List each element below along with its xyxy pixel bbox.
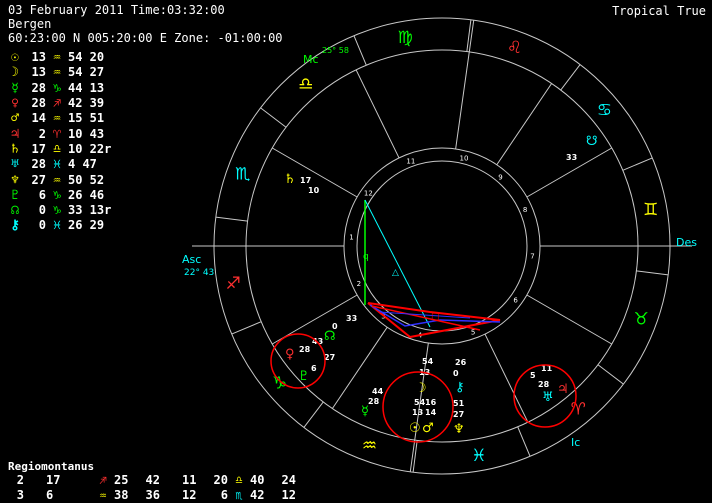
mc-position: 25° 58 bbox=[322, 46, 349, 55]
neptune-min: 27 bbox=[453, 410, 464, 419]
asc-label: Asc bbox=[182, 253, 201, 266]
zodiac-sign-glyphs: ♌♋♊♉♈♓♒♑♐♏♎♍ bbox=[226, 28, 659, 466]
des-label: Des bbox=[676, 236, 697, 249]
sun-min-top: 54 bbox=[422, 357, 434, 366]
mc-label: Mc bbox=[303, 53, 319, 66]
planet-glyphs-wheel: ♄ 17 10 ☋ 33 ☊ 0 33 ♀ 28 43 ♇ 6 27 ☿ 44 … bbox=[284, 134, 598, 437]
house-number: 11 bbox=[406, 157, 415, 165]
zodiac-sign-icon: ♏ bbox=[235, 164, 250, 184]
mercury-glyph-icon: ☿ bbox=[361, 404, 369, 419]
house-number: 9 bbox=[498, 173, 502, 181]
node-glyph-icon: ☊ bbox=[324, 329, 336, 344]
zodiac-sign-icon: ♍ bbox=[398, 28, 413, 48]
pluto-glyph-icon: ♇ bbox=[298, 369, 310, 384]
house-number: 2 bbox=[357, 280, 361, 288]
jupiter-glyph-icon: ♃ bbox=[557, 382, 569, 397]
saturn-glyph-icon: ♄ bbox=[284, 172, 296, 187]
uranus-wheel-glyph-icon: ♅ bbox=[542, 390, 554, 405]
pluto-deg: 6 bbox=[311, 364, 317, 373]
aspect-lines: △ q □ bbox=[363, 199, 501, 339]
mercury-min: 28 bbox=[368, 397, 380, 406]
zodiac-sign-icon: ♉ bbox=[634, 310, 649, 330]
south-node-deg: 33 bbox=[566, 153, 577, 162]
zodiac-sign-icon: ♎ bbox=[298, 75, 313, 95]
house-number: 6 bbox=[513, 296, 518, 304]
uranus-deg: 5 bbox=[530, 371, 536, 380]
zodiac-sign-icon: ♐ bbox=[226, 274, 241, 294]
zodiac-sign-icon: ♊ bbox=[643, 200, 658, 220]
chiron-min: 0 bbox=[453, 369, 459, 378]
house-number: 1 bbox=[349, 233, 353, 241]
jupiter-min: 28 bbox=[538, 380, 550, 389]
node-deg: 0 bbox=[332, 322, 338, 331]
venus-deg: 28 bbox=[299, 345, 311, 354]
sun-deg: 54 bbox=[414, 398, 426, 407]
chiron-glyph-icon: ⚷ bbox=[455, 380, 465, 395]
moon-glyph-icon: ☽ bbox=[415, 381, 427, 396]
house-number: 10 bbox=[460, 155, 469, 163]
svg-text:△: △ bbox=[392, 268, 399, 278]
house-number: 7 bbox=[530, 253, 534, 261]
zodiac-sign-icon: ♋ bbox=[597, 101, 612, 121]
house-number: 12 bbox=[364, 190, 373, 198]
sun-min: 13 bbox=[412, 408, 423, 417]
mars-min: 14 bbox=[425, 408, 437, 417]
uranus-glyph-icon: ☋ bbox=[586, 134, 598, 149]
neptune-glyph-icon: ♆ bbox=[453, 422, 465, 437]
house-cusp-lines bbox=[192, 20, 692, 472]
svg-text:q: q bbox=[363, 252, 369, 262]
sun-glyph-icon: ☉ bbox=[409, 421, 421, 436]
zodiac-sign-icon: ♌ bbox=[507, 38, 522, 58]
zodiac-sign-icon: ♓ bbox=[471, 446, 486, 466]
house-number: 5 bbox=[471, 329, 475, 337]
neptune-deg: 51 bbox=[453, 399, 465, 408]
venus-glyph-icon: ♀ bbox=[285, 347, 295, 362]
saturn-deg: 17 bbox=[300, 176, 311, 185]
chart-wheel: ♌♋♊♉♈♓♒♑♐♏♎♍ 1234 56789101112 △ q □ Asc 2… bbox=[182, 17, 697, 475]
mars-deg: 16 bbox=[425, 398, 437, 407]
zodiac-sign-icon: ♒ bbox=[362, 436, 377, 456]
svg-text:□: □ bbox=[431, 312, 440, 322]
saturn-min: 10 bbox=[308, 186, 320, 195]
ic-label: Ic bbox=[571, 436, 580, 449]
mercury-deg: 44 bbox=[372, 387, 384, 396]
asc-position: 22° 43 bbox=[184, 268, 214, 278]
node-min: 33 bbox=[346, 314, 357, 323]
zodiac-sign-icon: ♑ bbox=[272, 373, 287, 393]
mars-glyph-icon: ♂ bbox=[422, 421, 434, 436]
house-number: 8 bbox=[523, 206, 527, 214]
chiron-deg: 26 bbox=[455, 358, 467, 367]
